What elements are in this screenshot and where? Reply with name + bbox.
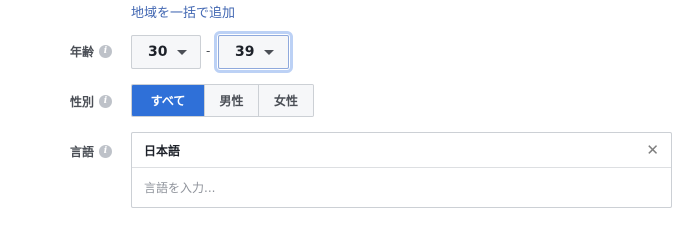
age-min-select[interactable]: 30	[131, 35, 201, 69]
gender-segmented-control: すべて 男性 女性	[131, 84, 314, 117]
age-max-select[interactable]: 39	[214, 31, 293, 73]
info-icon[interactable]: i	[99, 45, 112, 58]
caret-down-icon	[177, 49, 188, 55]
gender-option-male[interactable]: 男性	[204, 85, 258, 116]
caret-down-icon	[264, 49, 275, 55]
language-row-label: 言語 i	[70, 143, 112, 160]
gender-option-all[interactable]: すべて	[132, 85, 204, 116]
gender-row-label: 性別 i	[70, 93, 112, 110]
age-max-value: 39	[235, 44, 255, 60]
gender-option-female[interactable]: 女性	[258, 85, 313, 116]
close-icon[interactable]: ✕	[646, 142, 659, 158]
age-range-separator: -	[206, 44, 211, 58]
info-icon[interactable]: i	[99, 95, 112, 108]
language-field: 日本語 ✕	[131, 132, 672, 208]
language-label: 言語	[69, 145, 94, 159]
language-search-input[interactable]	[132, 169, 671, 207]
language-selected-tag: 日本語	[132, 133, 671, 168]
info-icon[interactable]: i	[99, 145, 112, 158]
age-row-label: 年齢 i	[70, 43, 112, 60]
age-label: 年齢	[69, 45, 94, 59]
bulk-add-locations-link[interactable]: 地域を一括で追加	[131, 2, 235, 21]
language-tag-label: 日本語	[144, 143, 181, 158]
gender-label: 性別	[69, 95, 94, 109]
age-min-value: 30	[148, 44, 168, 60]
